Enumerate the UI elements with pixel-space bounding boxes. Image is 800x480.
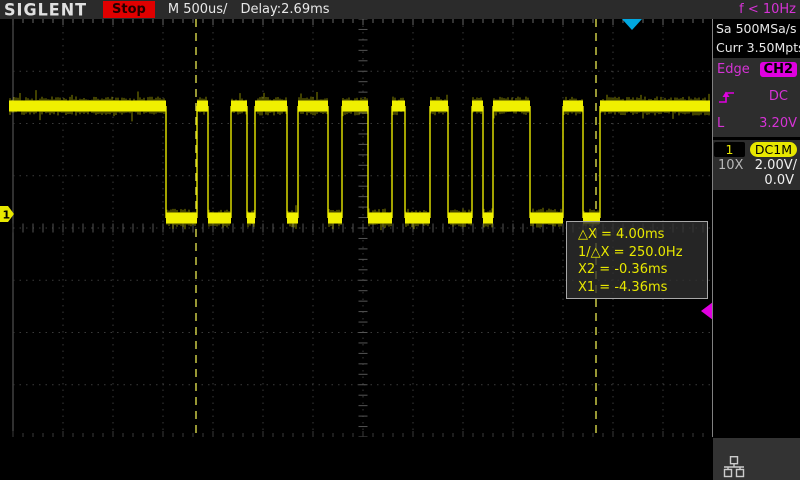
rising-edge-icon	[717, 89, 741, 105]
channel1-volts-per-div: 2.00V/	[755, 158, 797, 173]
trigger-mode-label: Edge	[717, 62, 750, 77]
trigger-level-label: L	[717, 116, 724, 131]
trigger-source-badge[interactable]: CH2	[760, 62, 797, 77]
panel-separator	[712, 19, 713, 437]
trigger-position-marker[interactable]	[622, 19, 642, 30]
channel1-probe-atten: 10X	[718, 158, 743, 173]
channel1-offset: 0.0V	[714, 173, 797, 188]
lan-status-button[interactable]	[713, 438, 800, 480]
acquisition-info: Sa 500MSa/s Curr 3.50Mpts	[713, 19, 800, 58]
cursor-readout-box: △X = 4.00ms 1/△X = 250.0Hz X2 = -0.36ms …	[566, 221, 708, 299]
channel1-panel[interactable]: 1 DC1M 10X 2.00V/ 0.0V	[713, 140, 800, 190]
memory-depth: Curr 3.50Mpts	[716, 38, 800, 57]
timebase-readout[interactable]: M 500us/	[168, 2, 228, 17]
channel1-number-badge[interactable]: 1	[714, 142, 745, 157]
delay-readout[interactable]: Delay:2.69ms	[240, 2, 329, 17]
trigger-panel[interactable]: Edge CH2 DC L 3.20V	[713, 58, 800, 137]
network-icon	[721, 456, 747, 478]
sample-rate: Sa 500MSa/s	[716, 19, 800, 38]
cursor-x1: X1 = -4.36ms	[578, 279, 707, 297]
trigger-coupling: DC	[769, 89, 788, 104]
cursor-x2: X2 = -0.36ms	[578, 261, 707, 279]
oscilloscope-screen: SIGLENT Stop M 500us/ Delay:2.69ms f < 1…	[0, 0, 800, 480]
trigger-frequency-readout: f < 10Hz	[739, 2, 796, 17]
brand-logo: SIGLENT	[4, 0, 87, 19]
cursor-delta-x: △X = 4.00ms	[578, 226, 707, 244]
run-state-button[interactable]: Stop	[103, 1, 155, 18]
cursor-inverse-delta-x: 1/△X = 250.0Hz	[578, 244, 707, 262]
trigger-level-value: 3.20V	[759, 116, 797, 131]
ch1-waveform	[9, 90, 710, 230]
top-bar: SIGLENT Stop M 500us/ Delay:2.69ms f < 1…	[0, 0, 800, 19]
channel1-coupling-badge[interactable]: DC1M	[750, 142, 797, 157]
channel1-zero-marker-label: 1	[3, 209, 11, 222]
